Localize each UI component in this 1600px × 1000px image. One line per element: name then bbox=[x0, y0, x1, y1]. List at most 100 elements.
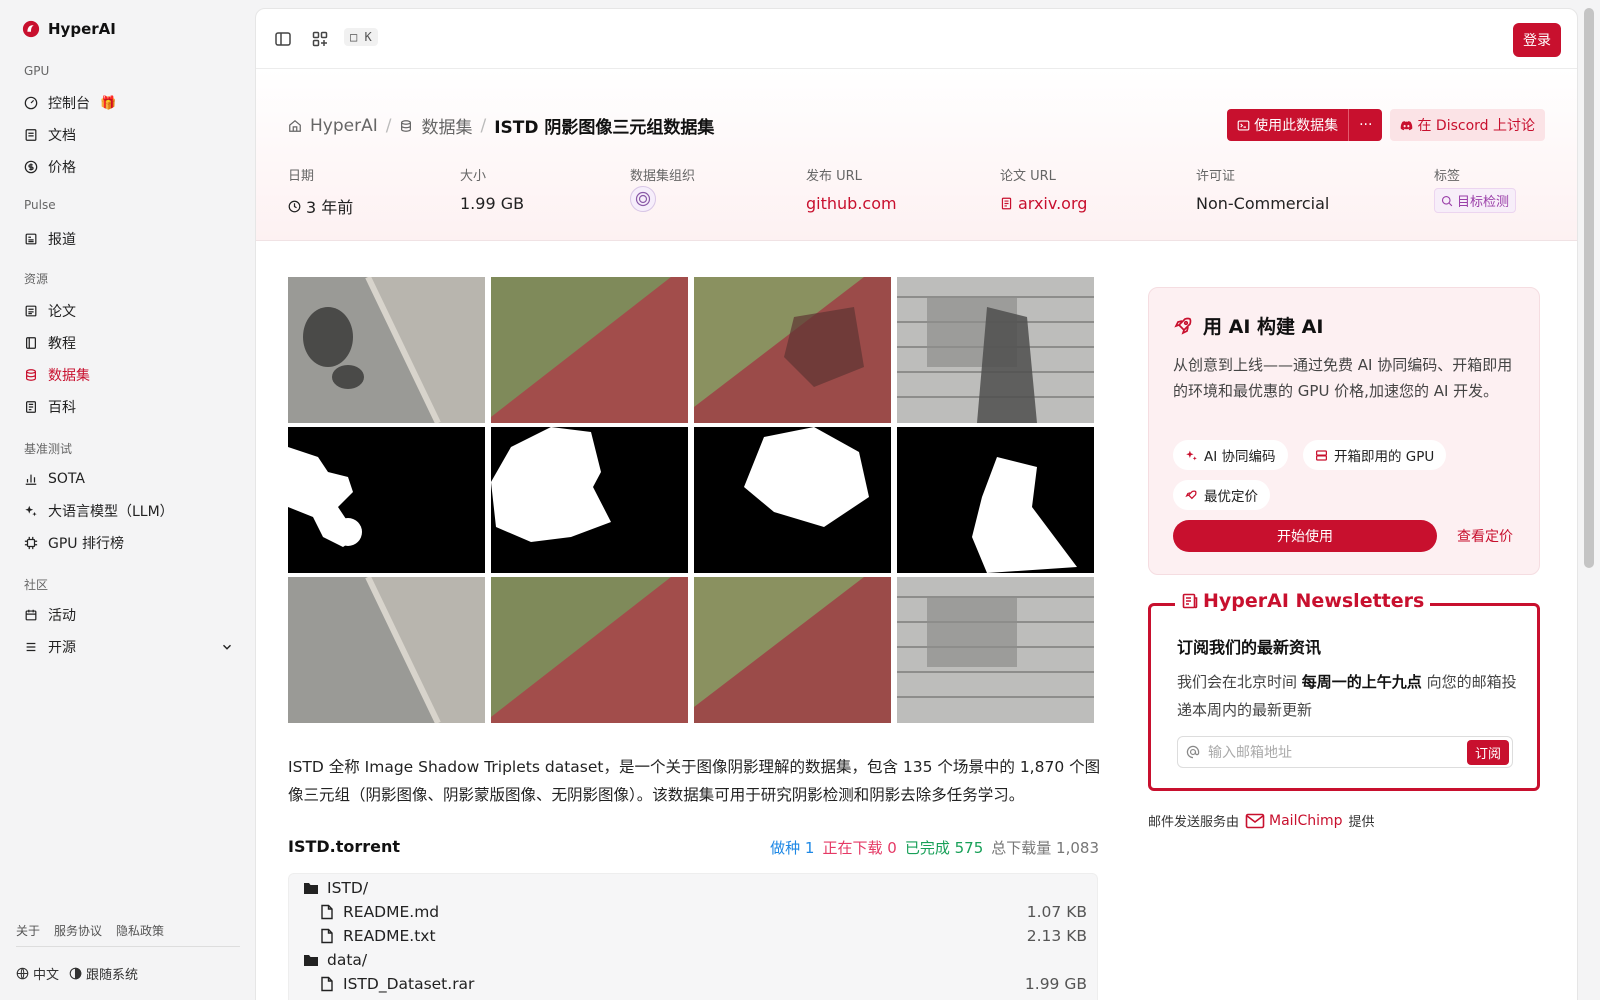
tag-icon bbox=[1441, 195, 1453, 206]
paper-url-text: arxiv.org bbox=[1018, 194, 1088, 213]
sidebar-item-docs[interactable]: 文档 bbox=[24, 122, 234, 148]
meta-license-label: 许可证 bbox=[1196, 169, 1236, 184]
footer-divider bbox=[16, 946, 240, 947]
tag-object-detection[interactable]: 目标检测 bbox=[1434, 188, 1517, 213]
organization-logo-icon[interactable] bbox=[630, 186, 656, 212]
file-size: 1.99 GB bbox=[1024, 975, 1087, 993]
email-field[interactable]: 输入邮箱地址 订阅 bbox=[1177, 736, 1513, 768]
meta-size: 大小 1.99 GB bbox=[460, 165, 524, 213]
theme-switcher[interactable]: 跟随系统 bbox=[69, 964, 138, 983]
newsletter-title: HyperAI Newsletters bbox=[1175, 590, 1431, 612]
sidebar-item-pricing[interactable]: 价格 bbox=[24, 154, 234, 180]
document-icon bbox=[25, 129, 37, 141]
chip-ai-coding: AI 协同编码 bbox=[1173, 440, 1288, 470]
gauge-icon bbox=[24, 96, 38, 110]
footer-link-privacy[interactable]: 隐私政策 bbox=[116, 922, 164, 939]
total-downloads-stat: 总下载量 1,083 bbox=[991, 839, 1099, 857]
sidebar-item-events[interactable]: 活动 bbox=[24, 602, 234, 628]
globe-icon bbox=[16, 967, 29, 980]
breadcrumb-datasets[interactable]: 数据集 bbox=[421, 113, 472, 138]
sidebar: HyperAI GPU 控制台 🎁 文档 价格 Pulse 报道 资源 论文 教… bbox=[0, 0, 254, 1000]
sidebar-item-tutorials[interactable]: 教程 bbox=[24, 330, 234, 356]
folder-icon bbox=[304, 883, 318, 894]
subscribe-button[interactable]: 订阅 bbox=[1466, 740, 1509, 765]
footer-link-terms[interactable]: 服务协议 bbox=[54, 922, 102, 939]
mailchimp-link[interactable]: MailChimp bbox=[1245, 813, 1343, 829]
database-icon bbox=[26, 369, 36, 381]
meta-date-value: 3 年前 bbox=[288, 194, 353, 218]
meta-date-label: 日期 bbox=[288, 169, 315, 184]
sidebar-item-label: 控制台 bbox=[48, 96, 90, 112]
breadcrumb-home[interactable]: HyperAI bbox=[310, 116, 378, 136]
breadcrumb-separator: / bbox=[385, 115, 392, 136]
dataset-actions: 使用此数据集 ··· 在 Discord 上讨论 bbox=[1227, 109, 1545, 141]
discord-label: 在 Discord 上讨论 bbox=[1417, 118, 1535, 134]
meta-tags: 标签 目标检测 bbox=[1434, 165, 1517, 213]
meta-license: 许可证 Non-Commercial bbox=[1196, 165, 1329, 213]
newsletter-text: 我们会在北京时间 每周一的上午九点 向您的邮箱投递本周内的最新更新 bbox=[1177, 673, 1517, 719]
chip-label: 开箱即用的 GPU bbox=[1334, 449, 1435, 465]
language-switcher[interactable]: 中文 bbox=[16, 964, 59, 983]
sidebar-item-label: 数据集 bbox=[48, 368, 90, 384]
torrent-title[interactable]: ISTD.torrent bbox=[288, 837, 400, 856]
sample-shadow-mask bbox=[288, 427, 485, 573]
login-button[interactable]: 登录 bbox=[1513, 23, 1561, 57]
file-row[interactable]: README.txt 2.13 KB bbox=[319, 924, 1087, 948]
meta-paper-label: 论文 URL bbox=[1000, 169, 1056, 184]
sidebar-item-gpu-leaderboard[interactable]: GPU 排行榜 bbox=[24, 530, 234, 556]
page-scrollbar[interactable] bbox=[1584, 8, 1594, 568]
page-title: ISTD 阴影图像三元组数据集 bbox=[494, 118, 715, 138]
sidebar-item-label: SOTA bbox=[48, 471, 85, 487]
meta-release-label: 发布 URL bbox=[806, 169, 862, 184]
sample-shadow-free-image bbox=[288, 577, 485, 723]
file-row[interactable]: README.md 1.07 KB bbox=[319, 900, 1087, 924]
view-pricing-link[interactable]: 查看定价 bbox=[1457, 526, 1513, 546]
more-options-button[interactable]: ··· bbox=[1348, 109, 1383, 141]
chip-icon bbox=[24, 536, 38, 550]
bar-chart-icon bbox=[25, 474, 37, 485]
use-dataset-button[interactable]: 使用此数据集 bbox=[1227, 109, 1349, 141]
dataset-header: HyperAI / 数据集 / ISTD 阴影图像三元组数据集 使用此数据集 ·… bbox=[256, 69, 1577, 241]
chip-gpu-ready: 开箱即用的 GPU bbox=[1303, 440, 1447, 470]
sidebar-item-sota[interactable]: SOTA bbox=[24, 466, 234, 492]
chevron-down-icon[interactable] bbox=[220, 640, 234, 654]
meta-size-label: 大小 bbox=[460, 169, 487, 184]
main-panel: □ K 登录 HyperAI / 数据集 / ISTD 阴影图像三元组数据集 使… bbox=[255, 8, 1578, 1000]
release-url-link[interactable]: github.com bbox=[806, 194, 897, 213]
meta-tags-label: 标签 bbox=[1434, 169, 1461, 184]
sidebar-item-label: 活动 bbox=[48, 608, 76, 624]
brand[interactable]: HyperAI bbox=[22, 20, 116, 38]
sidebar-item-datasets[interactable]: 数据集 bbox=[24, 362, 234, 388]
sidebar-toggle-icon[interactable] bbox=[274, 30, 292, 48]
book-icon bbox=[26, 337, 36, 349]
sidebar-item-label: 价格 bbox=[48, 160, 76, 176]
get-started-button[interactable]: 开始使用 bbox=[1173, 520, 1437, 552]
list-icon bbox=[26, 642, 36, 652]
file-row[interactable]: data/ bbox=[303, 948, 1087, 972]
sidebar-item-label: 开源 bbox=[48, 640, 76, 656]
paper-url-link[interactable]: arxiv.org bbox=[1000, 194, 1087, 213]
completed-stat: 已完成 575 bbox=[904, 839, 984, 857]
sample-shadow-image bbox=[897, 277, 1094, 423]
sidebar-item-news[interactable]: 报道 bbox=[24, 226, 234, 252]
sidebar-item-label: GPU 排行榜 bbox=[48, 536, 124, 552]
sidebar-item-llm[interactable]: 大语言模型（LLM） bbox=[24, 498, 234, 524]
search-shortcut[interactable]: □ K bbox=[344, 28, 378, 46]
gift-icon: 🎁 bbox=[100, 95, 117, 111]
nav-section-benchmarks: 基准测试 bbox=[24, 442, 73, 456]
newsletter-heading: 订阅我们的最新资讯 bbox=[1177, 638, 1322, 657]
discord-discuss-button[interactable]: 在 Discord 上讨论 bbox=[1390, 109, 1545, 141]
newsletter-card: HyperAI Newsletters 订阅我们的最新资讯 我们会在北京时间 每… bbox=[1148, 590, 1540, 791]
sidebar-item-label: 论文 bbox=[48, 304, 76, 320]
at-sign-icon bbox=[1186, 745, 1200, 759]
nav-section-gpu: GPU bbox=[24, 64, 50, 78]
file-row[interactable]: ISTD_Dataset.rar 1.99 GB bbox=[319, 972, 1087, 996]
sidebar-item-wiki[interactable]: 百科 bbox=[24, 394, 234, 420]
apps-grid-icon[interactable] bbox=[311, 30, 329, 48]
ai-card-text: 从创意到上线——通过免费 AI 协同编码、开箱即用的环境和最优惠的 GPU 价格… bbox=[1173, 356, 1513, 400]
footer-link-about[interactable]: 关于 bbox=[16, 922, 40, 939]
sidebar-item-papers[interactable]: 论文 bbox=[24, 298, 234, 324]
file-row[interactable]: ISTD/ bbox=[303, 876, 1087, 900]
sidebar-item-opensource[interactable]: 开源 bbox=[24, 634, 234, 660]
sidebar-item-console[interactable]: 控制台 🎁 bbox=[24, 90, 234, 116]
